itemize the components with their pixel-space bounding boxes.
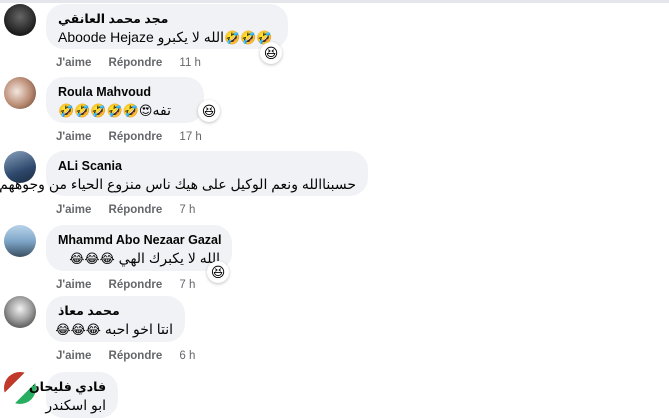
- avatar[interactable]: [4, 296, 36, 328]
- comment-bubble: فادي فليحان ابو اسكندر: [29, 372, 118, 418]
- avatar[interactable]: [4, 225, 36, 257]
- comment-text: انتا اخو احبه 😂😂😂: [55, 320, 173, 339]
- comment-actions: J'aime Répondre 11 h: [56, 56, 201, 70]
- like-button[interactable]: J'aime: [56, 57, 91, 69]
- comment-actions: J'aime Répondre 7 h: [56, 203, 195, 217]
- laugh-reaction-icon[interactable]: 😆: [207, 261, 229, 283]
- avatar[interactable]: [4, 77, 36, 109]
- like-button[interactable]: J'aime: [56, 131, 91, 143]
- comment-author[interactable]: Mhammd Abo Nezaar Gazal: [58, 232, 221, 248]
- emoji-text: 😂😂😂: [69, 251, 115, 266]
- reply-button[interactable]: Répondre: [109, 131, 163, 143]
- comment-text: حسبناالله ونعم الوكيل على هيك ناس منزوع …: [0, 176, 356, 192]
- reply-button[interactable]: Répondre: [109, 350, 163, 362]
- comment-text: الله لا يكبرك الهي 😂😂😂: [58, 249, 220, 268]
- comment-body: تفه: [152, 102, 171, 118]
- comment-bubble: ALi Scania حسبناالله ونعم الوكيل على هيك…: [0, 151, 368, 196]
- comment-text: Aboode Hejaze الله لا يكبرو🤣🤣🤣: [58, 28, 276, 47]
- timestamp[interactable]: 7 h: [179, 204, 195, 216]
- timestamp[interactable]: 7 h: [179, 279, 195, 291]
- reply-button[interactable]: Répondre: [109, 204, 163, 216]
- timestamp[interactable]: 11 h: [179, 57, 201, 69]
- avatar[interactable]: [4, 4, 36, 36]
- comment-author[interactable]: Roula Mahvoud: [58, 84, 192, 100]
- comment-author[interactable]: مجد محمد العانقي: [58, 11, 276, 27]
- comment-actions: J'aime Répondre 7 h: [56, 278, 195, 292]
- laugh-reaction-icon[interactable]: 😆: [198, 100, 220, 122]
- mention-text: Aboode Hejaze الله لا يكبرو: [58, 29, 225, 45]
- comment-author[interactable]: ALi Scania: [58, 158, 356, 174]
- comment-text: ابو اسكندر: [45, 397, 106, 413]
- comment-bubble: Mhammd Abo Nezaar Gazal الله لا يكبرك ال…: [46, 225, 232, 271]
- emoji-text: 😂😂😂: [55, 322, 101, 337]
- top-divider: [0, 0, 669, 3]
- reply-button[interactable]: Répondre: [109, 279, 163, 291]
- comment-bubble: مجد محمد العانقي Aboode Hejaze الله لا ي…: [46, 4, 288, 49]
- reply-button[interactable]: Répondre: [109, 57, 163, 69]
- comment-body: الله لا يكبرك الهي: [118, 250, 220, 266]
- comment-bubble: Roula Mahvoud تفه😍🤣🤣🤣🤣🤣: [46, 77, 204, 123]
- comment-author[interactable]: محمد معاذ: [58, 303, 173, 319]
- laugh-reaction-icon[interactable]: 😆: [260, 42, 282, 64]
- comment-body: انتا اخو احبه: [104, 321, 173, 337]
- comment-actions: J'aime Répondre 6 h: [56, 349, 195, 363]
- comment-author[interactable]: فادي فليحان: [29, 379, 106, 395]
- timestamp[interactable]: 17 h: [179, 131, 201, 143]
- like-button[interactable]: J'aime: [56, 350, 91, 362]
- like-button[interactable]: J'aime: [56, 204, 91, 216]
- comment-actions: J'aime Répondre 17 h: [56, 130, 202, 144]
- comment-text: تفه😍🤣🤣🤣🤣🤣: [58, 101, 192, 120]
- comment-bubble: محمد معاذ انتا اخو احبه 😂😂😂: [46, 296, 185, 342]
- like-button[interactable]: J'aime: [56, 279, 91, 291]
- emoji-text: 😍🤣🤣🤣🤣🤣: [58, 103, 153, 118]
- timestamp[interactable]: 6 h: [179, 350, 195, 362]
